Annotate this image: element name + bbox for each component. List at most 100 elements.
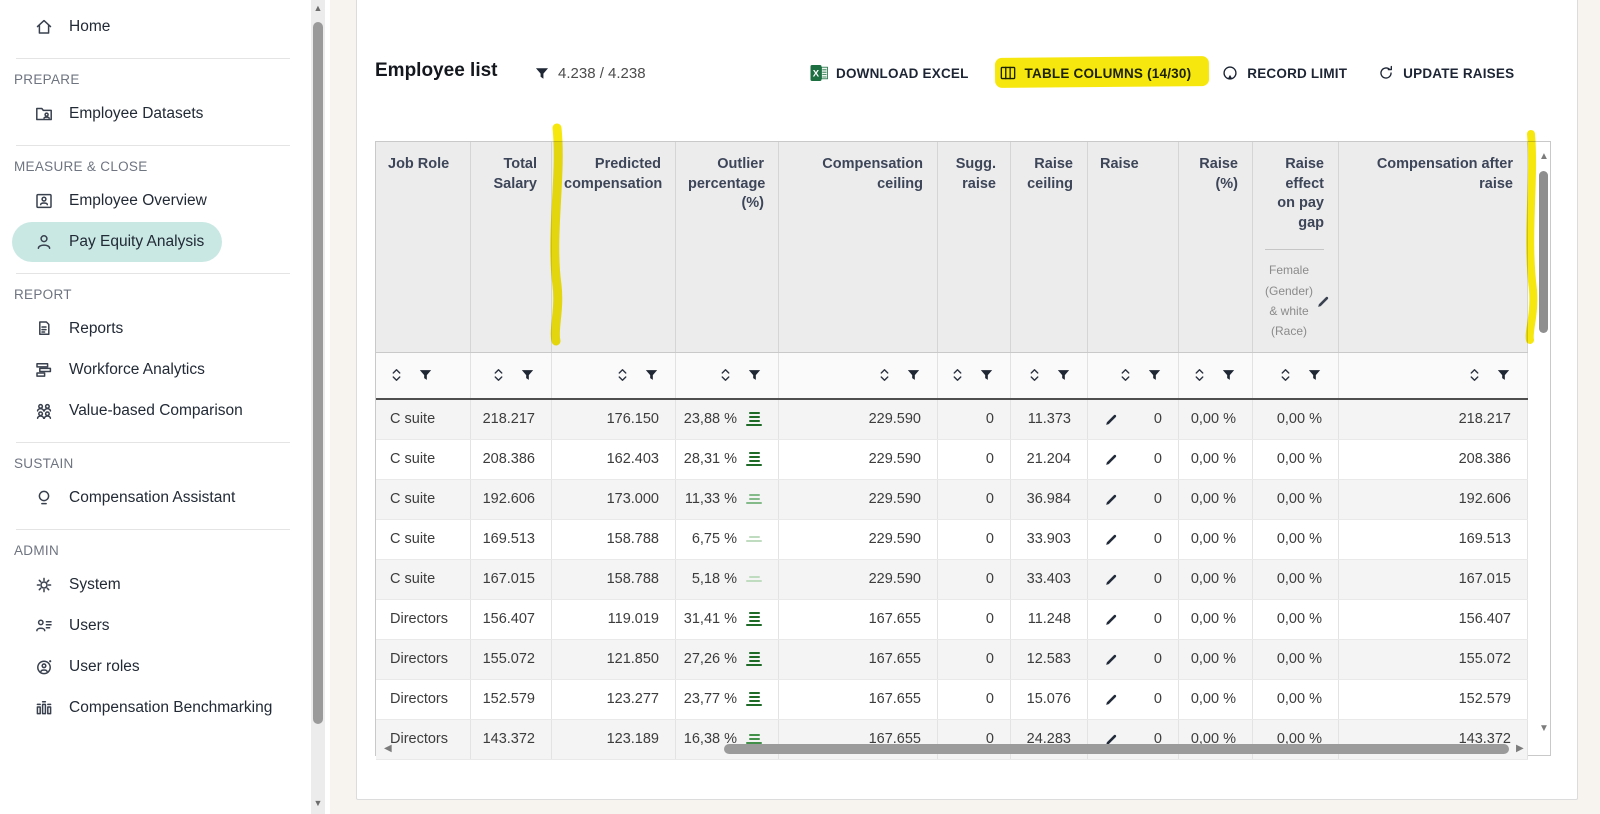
scroll-right-icon[interactable]: ▶ [1516, 744, 1524, 754]
download-excel-button[interactable]: XDOWNLOAD EXCEL [810, 64, 969, 82]
outlier-severity-icon [746, 536, 762, 542]
sidebar-item-label: System [69, 576, 121, 594]
sort-icon[interactable] [492, 367, 505, 383]
cell-raise: 0 [1088, 680, 1179, 719]
user-roles-icon [34, 657, 54, 677]
filter-cell-comp-ceiling [779, 353, 938, 398]
sidebar-item-workforce-analytics[interactable]: Workforce Analytics [12, 350, 223, 390]
sidebar-item-compensation-benchmarking[interactable]: Compensation Benchmarking [12, 688, 290, 728]
table-hscroll-thumb[interactable] [724, 744, 1509, 754]
table-row[interactable]: C suite167.015158.7885,18 %229.590033.40… [376, 560, 1528, 600]
table-row[interactable]: C suite192.606173.00011,33 %229.590036.9… [376, 480, 1528, 520]
sidebar-scrollbar-thumb[interactable] [313, 22, 323, 724]
table-vscroll-thumb[interactable] [1539, 171, 1548, 333]
funnel-icon[interactable] [1056, 368, 1071, 383]
edit-raise-icon[interactable] [1104, 652, 1119, 667]
cell-outlier-pct: 11,33 % [676, 480, 779, 519]
cell-comp-after: 208.386 [1339, 440, 1528, 479]
edit-raise-icon[interactable] [1104, 412, 1119, 427]
table-row[interactable]: Directors155.072121.85027,26 %167.655012… [376, 640, 1528, 680]
filter-cell-sugg-raise [938, 353, 1011, 398]
edit-raise-icon[interactable] [1104, 692, 1119, 707]
funnel-icon[interactable] [1147, 368, 1162, 383]
edit-raise-icon[interactable] [1104, 532, 1119, 547]
update-raises-button[interactable]: UPDATE RAISES [1377, 64, 1514, 82]
funnel-icon[interactable] [1221, 368, 1236, 383]
cell-raise-ceiling: 11.248 [1011, 600, 1088, 639]
funnel-icon[interactable] [979, 368, 994, 383]
record-limit-label: RECORD LIMIT [1247, 66, 1347, 81]
sort-icon[interactable] [616, 367, 629, 383]
funnel-icon[interactable] [906, 368, 921, 383]
funnel-icon[interactable] [520, 368, 535, 383]
sidebar-scrollbar[interactable]: ▲ ▼ [311, 0, 325, 814]
scroll-left-icon[interactable]: ◀ [384, 744, 392, 754]
sort-icon[interactable] [951, 367, 964, 383]
employee-table-grid: Job RoleTotal SalaryPredicted compensati… [376, 142, 1550, 760]
cell-predicted: 176.150 [552, 400, 676, 439]
sidebar-item-employee-datasets[interactable]: Employee Datasets [12, 94, 221, 134]
sidebar-item-label: Compensation Assistant [69, 489, 235, 507]
edit-raise-icon[interactable] [1104, 572, 1119, 587]
sort-icon[interactable] [878, 367, 891, 383]
pencil-icon[interactable] [1316, 294, 1331, 309]
cell-job-role: Directors [376, 680, 471, 719]
scroll-up-icon[interactable]: ▲ [1539, 152, 1549, 162]
funnel-icon[interactable] [418, 368, 433, 383]
sort-icon[interactable] [719, 367, 732, 383]
sort-icon[interactable] [1028, 367, 1041, 383]
sidebar-item-system[interactable]: System [12, 565, 139, 605]
edit-raise-icon[interactable] [1104, 492, 1119, 507]
cell-raise-ceiling: 33.903 [1011, 520, 1088, 559]
cell-job-role: C suite [376, 520, 471, 559]
cell-outlier-pct: 6,75 % [676, 520, 779, 559]
sort-icon[interactable] [1279, 367, 1292, 383]
cell-job-role: C suite [376, 400, 471, 439]
table-row[interactable]: Directors156.407119.01931,41 %167.655011… [376, 600, 1528, 640]
table-row[interactable]: C suite218.217176.15023,88 %229.590011.3… [376, 400, 1528, 440]
table-vertical-scrollbar[interactable]: ▲ ▼ [1537, 144, 1550, 740]
table-row[interactable]: C suite169.513158.7886,75 %229.590033.90… [376, 520, 1528, 560]
funnel-icon[interactable] [1307, 368, 1322, 383]
scroll-down-icon[interactable]: ▼ [311, 798, 325, 808]
sidebar-item-employee-overview[interactable]: Employee Overview [12, 181, 225, 221]
edit-raise-icon[interactable] [1104, 612, 1119, 627]
sort-icon[interactable] [1119, 367, 1132, 383]
table-row[interactable]: C suite208.386162.40328,31 %229.590021.2… [376, 440, 1528, 480]
scroll-down-icon[interactable]: ▼ [1539, 724, 1549, 734]
gear-icon [34, 575, 54, 595]
funnel-icon[interactable] [644, 368, 659, 383]
bar-chart-icon [34, 360, 54, 380]
funnel-icon[interactable] [747, 368, 762, 383]
sidebar-divider [16, 145, 290, 146]
record-limit-button[interactable]: RECORD LIMIT [1221, 64, 1347, 82]
cell-pay-gap: 0,00 % [1253, 480, 1339, 519]
update-raises-label: UPDATE RAISES [1403, 66, 1514, 81]
excel-icon: X [810, 64, 828, 82]
sort-icon[interactable] [1193, 367, 1206, 383]
column-header-raise: Raise [1088, 142, 1179, 352]
cell-raise-ceiling: 11.373 [1011, 400, 1088, 439]
edit-raise-icon[interactable] [1104, 452, 1119, 467]
cell-outlier-pct: 27,26 % [676, 640, 779, 679]
sidebar-item-pay-equity-analysis[interactable]: Pay Equity Analysis [12, 222, 222, 262]
sidebar-item-value-based-comparison[interactable]: Value-based Comparison [12, 391, 261, 431]
table-horizontal-scrollbar[interactable]: ◀ ▶ [378, 743, 1528, 755]
sidebar-section-admin: ADMIN [14, 543, 330, 558]
table-columns-button[interactable]: TABLE COLUMNS (14/30) [999, 64, 1192, 82]
sidebar-item-user-roles[interactable]: User roles [12, 647, 158, 687]
sort-icon[interactable] [1468, 367, 1481, 383]
sort-icon[interactable] [390, 367, 403, 383]
record-limit-icon [1221, 64, 1239, 82]
cell-predicted: 173.000 [552, 480, 676, 519]
sidebar-item-reports[interactable]: Reports [12, 309, 141, 349]
scroll-up-icon[interactable]: ▲ [311, 3, 325, 13]
cell-raise-pct: 0,00 % [1179, 680, 1253, 719]
table-columns-icon [999, 64, 1017, 82]
cell-job-role: C suite [376, 480, 471, 519]
sidebar-item-compensation-assistant[interactable]: Compensation Assistant [12, 478, 253, 518]
table-row[interactable]: Directors152.579123.27723,77 %167.655015… [376, 680, 1528, 720]
funnel-icon[interactable] [1496, 368, 1511, 383]
sidebar-item-home[interactable]: Home [12, 7, 128, 47]
sidebar-item-users[interactable]: Users [12, 606, 127, 646]
